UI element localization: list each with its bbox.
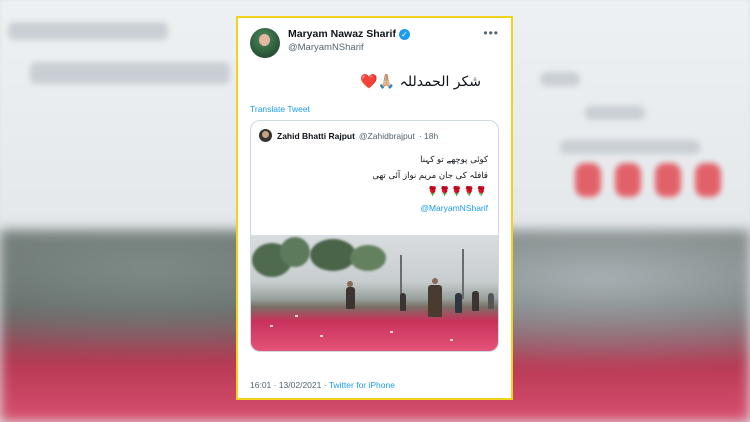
quoted-text-line: قافلہ کی جان مریم نواز آئی تھی (372, 171, 488, 181)
photo-petal (320, 335, 323, 337)
quoted-tweet-header: Zahid Bhatti Rajput @Zahidbrajput · 18h (251, 121, 498, 142)
photo-person-head (432, 278, 438, 284)
tweet-timestamp[interactable]: 16:01 · 13/02/2021 (250, 380, 321, 390)
background-text-blur (560, 140, 700, 154)
tweet: Maryam Nawaz Sharif ✓ @MaryamNSharif •••… (238, 18, 511, 398)
photo-petal (295, 315, 298, 317)
background-text-blur (30, 62, 230, 84)
quoted-tweet-photo[interactable] (251, 235, 498, 351)
tweet-footer: 16:01 · 13/02/2021 · Twitter for iPhone (250, 380, 395, 390)
quoted-tweet-age: · 18h (418, 130, 439, 141)
tweet-header: Maryam Nawaz Sharif ✓ @MaryamNSharif ••• (250, 26, 499, 58)
photo-person (428, 285, 442, 317)
author-avatar[interactable] (250, 28, 280, 58)
photo-tree (280, 237, 310, 267)
quoted-text-line: کوئی پوچھے تو کہنا (420, 155, 488, 165)
photo-person (472, 291, 479, 311)
tweet-text: شکر الحمدللہ 🙏🏼❤️ (360, 74, 481, 90)
author-name[interactable]: Maryam Nawaz Sharif (288, 28, 396, 41)
photo-pole (462, 249, 464, 299)
background-heart (615, 163, 641, 197)
photo-petal (390, 331, 393, 333)
author-handle[interactable]: @MaryamNSharif (288, 41, 483, 54)
quoted-author-avatar[interactable] (259, 129, 272, 142)
background-heart (695, 163, 721, 197)
background-text-blur (540, 72, 580, 86)
photo-person (488, 293, 494, 309)
verified-badge-icon: ✓ (398, 29, 410, 40)
background-heart (655, 163, 681, 197)
background-heart (575, 163, 601, 197)
author-names: Maryam Nawaz Sharif ✓ @MaryamNSharif (288, 28, 483, 54)
photo-rider (346, 287, 355, 309)
tweet-client[interactable]: Twitter for iPhone (329, 380, 395, 390)
quoted-author-handle[interactable]: @Zahidbrajput (359, 131, 415, 141)
tweet-card: Maryam Nawaz Sharif ✓ @MaryamNSharif •••… (236, 16, 513, 400)
background-text-blur (8, 22, 168, 40)
photo-tree (310, 239, 356, 271)
photo-tree (350, 245, 386, 271)
photo-petal (450, 339, 453, 341)
mention-link[interactable]: @MaryamNSharif (251, 200, 488, 216)
photo-person (400, 293, 406, 311)
quoted-tweet-text: کوئی پوچھے تو کہنا قافلہ کی جان مریم نوا… (251, 142, 498, 216)
quoted-tweet[interactable]: Zahid Bhatti Rajput @Zahidbrajput · 18h … (250, 120, 499, 352)
author-name-row: Maryam Nawaz Sharif ✓ (288, 28, 483, 41)
more-options-icon[interactable]: ••• (483, 26, 499, 40)
rose-emojis: 🌹🌹🌹🌹🌹 (426, 187, 488, 197)
photo-person (455, 293, 462, 313)
photo-petal (270, 325, 273, 327)
background-text-blur (585, 106, 645, 120)
photo-rider-head (347, 281, 353, 287)
photo-pole (400, 255, 402, 295)
translate-tweet-link[interactable]: Translate Tweet (250, 104, 499, 114)
footer-separator: · (323, 380, 327, 390)
quoted-author-name[interactable]: Zahid Bhatti Rajput (277, 131, 355, 141)
